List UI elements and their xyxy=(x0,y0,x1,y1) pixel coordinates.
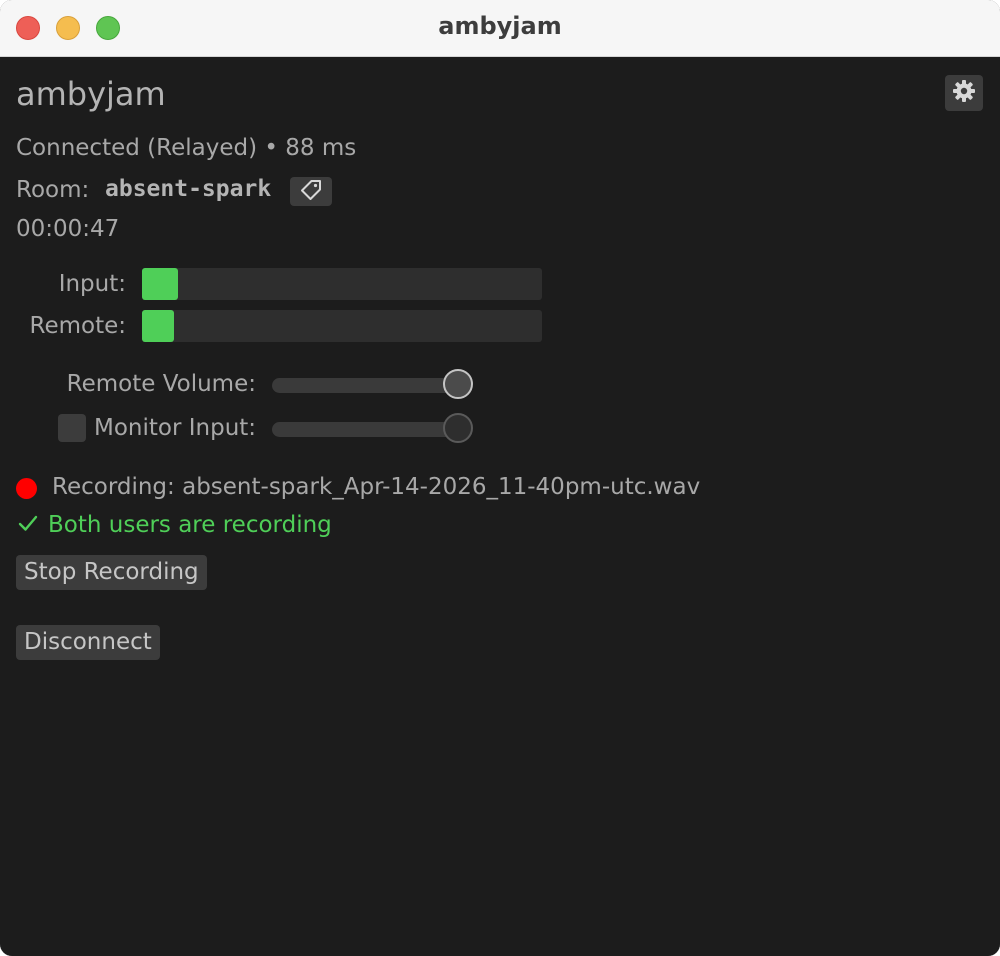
input-level-meter xyxy=(142,268,542,300)
remote-volume-label: Remote Volume: xyxy=(66,371,256,397)
remote-level-meter xyxy=(142,310,542,342)
copy-room-button[interactable] xyxy=(290,177,332,206)
recording-filename: Recording: absent-spark_Apr-14-2026_11-4… xyxy=(52,474,701,500)
room-name: absent-spark xyxy=(105,176,272,202)
session-timer: 00:00:47 xyxy=(16,216,120,242)
title-bar: ambyjam xyxy=(0,0,1000,57)
tag-icon xyxy=(299,178,323,206)
remote-volume-slider[interactable] xyxy=(272,369,473,399)
app-window: ambyjam ambyjam Connected (Relayed) • 88… xyxy=(0,0,1000,956)
gear-icon xyxy=(952,79,976,107)
monitor-input-knob[interactable] xyxy=(443,413,473,443)
remote-level-fill xyxy=(142,310,174,342)
monitor-input-checkbox[interactable] xyxy=(58,414,86,442)
stop-recording-button[interactable]: Stop Recording xyxy=(16,555,207,590)
monitor-input-label: Monitor Input: xyxy=(94,415,257,441)
window-title: ambyjam xyxy=(438,12,562,40)
input-meter-label: Input: xyxy=(58,271,126,297)
monitor-input-slider[interactable] xyxy=(272,413,473,443)
remote-volume-knob[interactable] xyxy=(443,369,473,399)
disconnect-button[interactable]: Disconnect xyxy=(16,625,160,660)
remote-meter-label: Remote: xyxy=(29,313,127,339)
room-label: Room: xyxy=(16,177,90,203)
main-panel: ambyjam Connected (Relayed) • 88 ms Room… xyxy=(0,57,1000,956)
both-recording-status: Both users are recording xyxy=(48,512,332,538)
app-title: ambyjam xyxy=(16,75,166,113)
check-icon xyxy=(18,512,38,538)
connection-status: Connected (Relayed) • 88 ms xyxy=(16,135,357,161)
settings-button[interactable] xyxy=(945,75,983,111)
input-level-fill xyxy=(142,268,178,300)
recording-indicator xyxy=(16,478,37,499)
